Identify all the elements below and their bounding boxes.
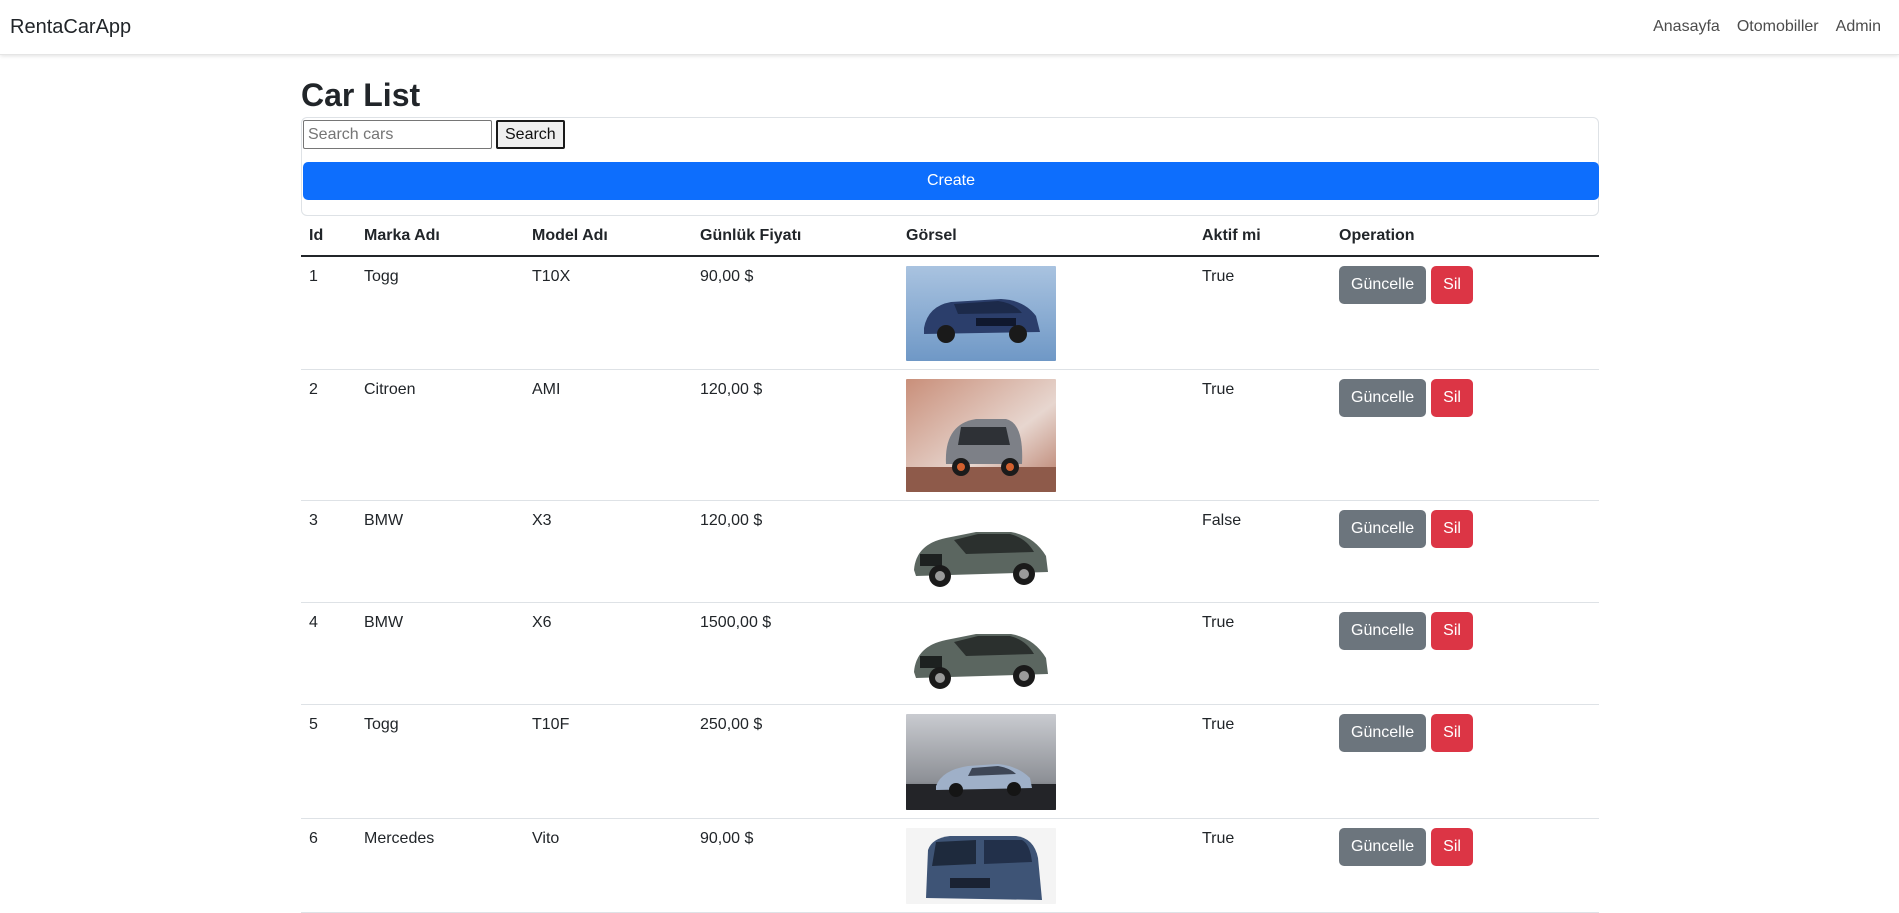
delete-button[interactable]: Sil <box>1431 266 1473 304</box>
cell-id: 6 <box>301 818 356 913</box>
cell-image <box>898 818 1194 913</box>
cell-active: True <box>1194 602 1331 705</box>
cell-brand: BMW <box>356 500 524 603</box>
table-row: 5 Togg T10F 250,00 $ True Güncelle Sil <box>301 704 1599 819</box>
cell-price: 120,00 $ <box>692 369 898 501</box>
car-table: Id Marka Adı Model Adı Günlük Fiyatı Gör… <box>301 216 1599 913</box>
delete-button[interactable]: Sil <box>1431 510 1473 548</box>
table-row: 6 Mercedes Vito 90,00 $ True Güncelle Si… <box>301 818 1599 913</box>
header-active: Aktif mi <box>1194 216 1331 257</box>
car-thumbnail <box>906 266 1056 361</box>
search-card: Search Create <box>301 117 1599 216</box>
header-price: Günlük Fiyatı <box>692 216 898 257</box>
table-row: 3 BMW X3 120,00 $ False Güncelle Sil <box>301 500 1599 603</box>
header-operation: Operation <box>1331 216 1599 257</box>
car-thumbnail <box>906 379 1056 492</box>
nav-link-otomobiller[interactable]: Otomobiller <box>1737 18 1819 36</box>
car-thumbnail <box>906 714 1056 810</box>
cell-operation: Güncelle Sil <box>1331 256 1599 370</box>
nav-links: Anasayfa Otomobiller Admin <box>1653 18 1889 36</box>
cell-brand: Togg <box>356 256 524 370</box>
cell-operation: Güncelle Sil <box>1331 369 1599 501</box>
cell-model: X6 <box>524 602 692 705</box>
grey-microcar-photo <box>906 379 1056 492</box>
cell-id: 1 <box>301 256 356 370</box>
header-id: Id <box>301 216 356 257</box>
cell-id: 4 <box>301 602 356 705</box>
cell-brand: Citroen <box>356 369 524 501</box>
blue-suv-photo <box>906 266 1056 361</box>
cell-id: 3 <box>301 500 356 603</box>
table-header-row: Id Marka Adı Model Adı Günlük Fiyatı Gör… <box>301 216 1599 257</box>
search-button[interactable]: Search <box>496 120 565 149</box>
cell-model: X3 <box>524 500 692 603</box>
update-button[interactable]: Güncelle <box>1339 612 1427 650</box>
cell-brand: Mercedes <box>356 818 524 913</box>
table-row: 4 BMW X6 1500,00 $ True Güncelle Sil <box>301 602 1599 705</box>
cell-image <box>898 704 1194 819</box>
delete-button[interactable]: Sil <box>1431 828 1473 866</box>
create-button[interactable]: Create <box>303 162 1599 200</box>
cell-operation: Güncelle Sil <box>1331 602 1599 705</box>
update-button[interactable]: Güncelle <box>1339 828 1427 866</box>
cell-price: 250,00 $ <box>692 704 898 819</box>
update-button[interactable]: Güncelle <box>1339 379 1427 417</box>
cell-model: Vito <box>524 818 692 913</box>
table-row: 1 Togg T10X 90,00 $ True Güncelle Sil <box>301 256 1599 370</box>
cell-brand: Togg <box>356 704 524 819</box>
car-thumbnail <box>906 612 1056 696</box>
delete-button[interactable]: Sil <box>1431 612 1473 650</box>
brand-link[interactable]: RentaCarApp <box>10 16 131 39</box>
cell-price: 120,00 $ <box>692 500 898 603</box>
header-brand: Marka Adı <box>356 216 524 257</box>
cell-price: 1500,00 $ <box>692 602 898 705</box>
nav-link-admin[interactable]: Admin <box>1836 18 1881 36</box>
cell-active: True <box>1194 369 1331 501</box>
cell-id: 2 <box>301 369 356 501</box>
blue-van-photo <box>906 828 1056 904</box>
search-row: Search <box>303 119 1598 150</box>
green-suv-photo <box>906 612 1056 696</box>
nav-link-anasayfa[interactable]: Anasayfa <box>1653 18 1720 36</box>
cell-operation: Güncelle Sil <box>1331 818 1599 913</box>
cell-brand: BMW <box>356 602 524 705</box>
navbar: RentaCarApp Anasayfa Otomobiller Admin <box>0 0 1899 55</box>
cell-operation: Güncelle Sil <box>1331 704 1599 819</box>
cell-price: 90,00 $ <box>692 818 898 913</box>
cell-model: T10F <box>524 704 692 819</box>
cell-active: True <box>1194 818 1331 913</box>
cell-operation: Güncelle Sil <box>1331 500 1599 603</box>
page-title: Car List <box>301 77 421 113</box>
search-input[interactable] <box>303 120 492 149</box>
car-thumbnail <box>906 828 1056 904</box>
update-button[interactable]: Güncelle <box>1339 266 1427 304</box>
header-image: Görsel <box>898 216 1194 257</box>
cell-model: AMI <box>524 369 692 501</box>
cell-model: T10X <box>524 256 692 370</box>
cell-image <box>898 256 1194 370</box>
cell-price: 90,00 $ <box>692 256 898 370</box>
update-button[interactable]: Güncelle <box>1339 510 1427 548</box>
cell-image <box>898 602 1194 705</box>
cell-active: True <box>1194 256 1331 370</box>
cell-active: False <box>1194 500 1331 603</box>
cell-image <box>898 369 1194 501</box>
delete-button[interactable]: Sil <box>1431 379 1473 417</box>
car-thumbnail <box>906 510 1056 594</box>
cell-id: 5 <box>301 704 356 819</box>
cell-image <box>898 500 1194 603</box>
table-row: 2 Citroen AMI 120,00 $ True Güncelle Sil <box>301 369 1599 501</box>
green-suv-photo <box>906 510 1056 594</box>
delete-button[interactable]: Sil <box>1431 714 1473 752</box>
silver-sedan-photo <box>906 714 1056 810</box>
main-container: Car List Search Create Id Marka Adı Mode… <box>301 55 1599 913</box>
header-model: Model Adı <box>524 216 692 257</box>
cell-active: True <box>1194 704 1331 819</box>
update-button[interactable]: Güncelle <box>1339 714 1427 752</box>
